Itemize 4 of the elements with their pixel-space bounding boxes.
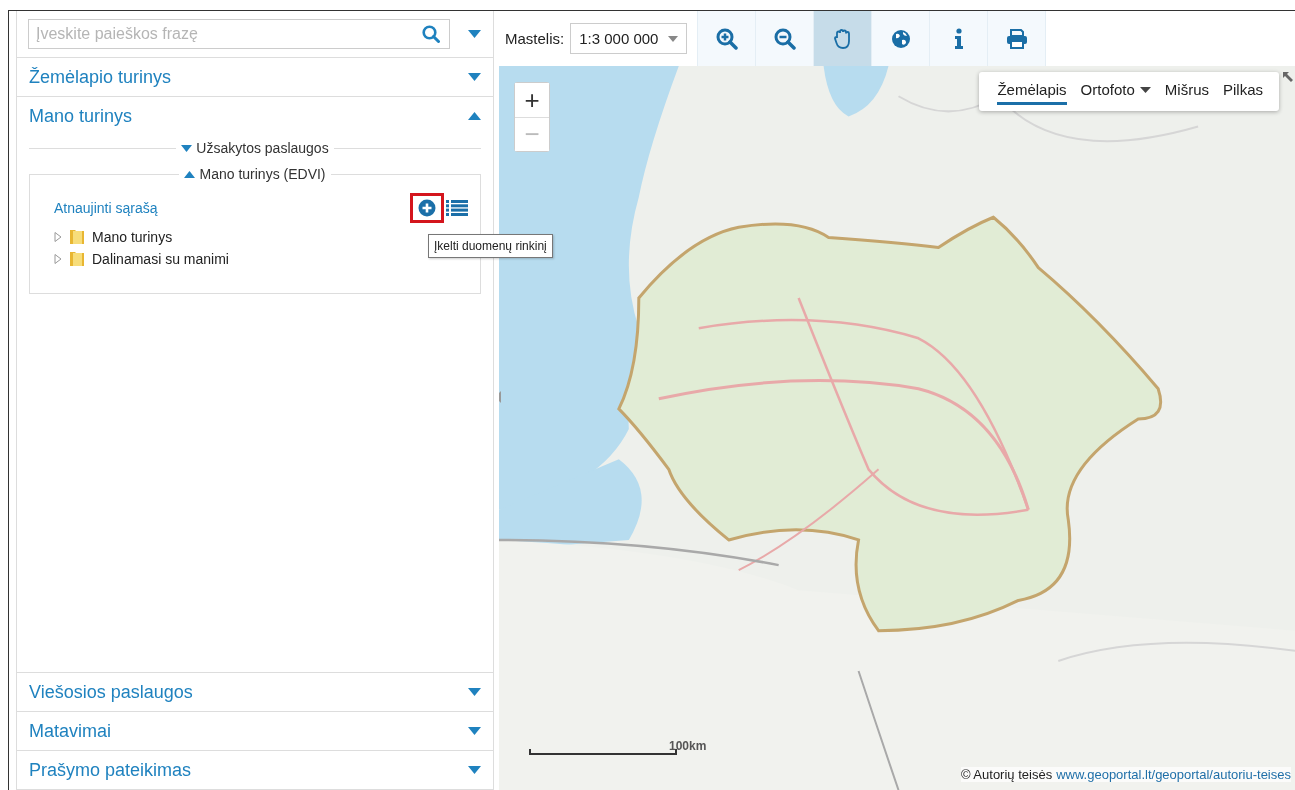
scale-label: Mastelis: xyxy=(505,30,565,47)
attribution-text: © Autorių teisės xyxy=(960,767,1053,782)
tooltip: Įkelti duomenų rinkinį xyxy=(428,234,553,258)
scale-bar-label: 100km xyxy=(669,739,707,753)
